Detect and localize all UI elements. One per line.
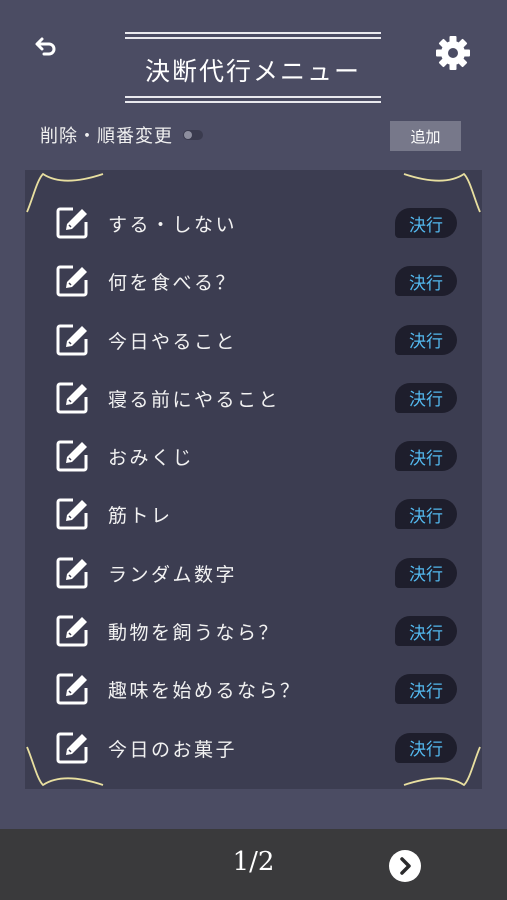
gear-icon [436, 36, 470, 70]
reorder-row: 削除・順番変更 [40, 121, 203, 149]
edit-icon[interactable] [55, 614, 89, 648]
execute-button[interactable]: 決行 [395, 616, 457, 647]
execute-button[interactable]: 決行 [395, 557, 457, 588]
edit-icon[interactable] [55, 439, 89, 473]
menu-item[interactable]: 動物を飼うなら？ 決行 [25, 603, 482, 661]
add-button[interactable]: 追加 [390, 121, 461, 151]
edit-icon[interactable] [55, 381, 89, 415]
menu-list: する・しない 決行 何を食べる？ 決行 今日やること 決行 寝る前にやること 決行 おみくじ 決行… [25, 195, 482, 778]
menu-item[interactable]: 今日やること 決行 [25, 312, 482, 370]
menu-item-label: 趣味を始めるなら？ [108, 680, 302, 703]
reorder-label: 削除・順番変更 [40, 126, 173, 147]
menu-item-label: 寝る前にやること [108, 388, 281, 411]
menu-item[interactable]: 趣味を始めるなら？ 決行 [25, 661, 482, 719]
menu-item[interactable]: 今日のお菓子 決行 [25, 720, 482, 778]
execute-button[interactable]: 決行 [395, 382, 457, 413]
page-indicator: 1/2 [232, 847, 275, 877]
menu-item-label: 今日のお菓子 [108, 738, 238, 761]
edit-icon[interactable] [55, 556, 89, 590]
page-title: 決断代行メニュー [144, 57, 361, 86]
menu-item-label: 今日やること [108, 330, 238, 353]
execute-button[interactable]: 決行 [395, 674, 457, 705]
settings-button[interactable] [434, 34, 472, 72]
edit-icon[interactable] [55, 264, 89, 298]
header: 決断代行メニュー [0, 0, 507, 120]
menu-item[interactable]: する・しない 決行 [25, 195, 482, 253]
execute-button[interactable]: 決行 [395, 499, 457, 530]
return-arrow-icon [35, 37, 56, 56]
next-page-button[interactable] [389, 850, 421, 882]
menu-item-label: おみくじ [108, 447, 195, 470]
back-button[interactable] [32, 34, 60, 62]
execute-button[interactable]: 決行 [395, 324, 457, 355]
edit-icon[interactable] [55, 206, 89, 240]
chevron-right-icon [400, 857, 411, 875]
execute-button[interactable]: 決行 [395, 266, 457, 297]
menu-item[interactable]: 寝る前にやること 決行 [25, 370, 482, 428]
menu-item[interactable]: 筋トレ 決行 [25, 486, 482, 544]
menu-panel: する・しない 決行 何を食べる？ 決行 今日やること 決行 寝る前にやること 決行 おみくじ 決行… [25, 170, 482, 789]
edit-icon[interactable] [55, 323, 89, 357]
menu-item[interactable]: おみくじ 決行 [25, 428, 482, 486]
menu-item-label: 何を食べる？ [108, 272, 238, 295]
execute-button[interactable]: 決行 [395, 441, 457, 472]
edit-icon[interactable] [55, 672, 89, 706]
menu-item[interactable]: ランダム数字 決行 [25, 545, 482, 603]
execute-button[interactable]: 決行 [395, 732, 457, 763]
menu-item[interactable]: 何を食べる？ 決行 [25, 253, 482, 311]
menu-item-label: 筋トレ [108, 505, 173, 528]
menu-item-label: する・しない [108, 214, 238, 236]
title-frame: 決断代行メニュー [125, 32, 381, 106]
reorder-toggle[interactable] [183, 130, 203, 140]
edit-icon[interactable] [55, 731, 89, 765]
menu-item-label: ランダム数字 [108, 563, 238, 586]
edit-icon[interactable] [55, 497, 89, 531]
execute-button[interactable]: 決行 [395, 208, 457, 238]
menu-item-label: 動物を飼うなら？ [108, 622, 281, 645]
toggle-knob [184, 131, 192, 139]
footer: 1/2 [0, 829, 507, 900]
